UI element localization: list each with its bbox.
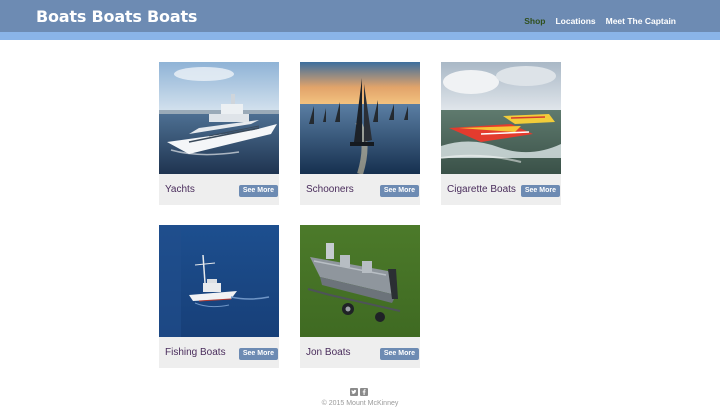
yacht-photo[interactable] (159, 62, 279, 174)
schooner-photo[interactable] (300, 62, 420, 174)
product-card-fishing-boats: Fishing Boats See More (159, 225, 279, 368)
product-card-yachts: Yachts See More (159, 62, 279, 205)
jon-boat-photo[interactable] (300, 225, 420, 337)
product-name[interactable]: Fishing Boats (165, 347, 226, 358)
see-more-button-jon-boats[interactable]: See More (379, 348, 419, 360)
product-card-schooners: Schooners See More (300, 62, 420, 205)
nav-link-meet-the-captain[interactable]: Meet The Captain (606, 16, 676, 26)
see-more-button-yachts[interactable]: See More (238, 185, 278, 197)
facebook-icon[interactable] (360, 388, 368, 396)
site-title[interactable]: Boats Boats Boats (36, 7, 197, 26)
header-stripe (0, 32, 720, 40)
fishing-boat-photo[interactable] (159, 225, 279, 337)
product-card-jon-boats: Jon Boats See More (300, 225, 420, 368)
see-more-button-cigarette-boats[interactable]: See More (520, 185, 560, 197)
product-name[interactable]: Yachts (165, 184, 195, 195)
see-more-button-schooners[interactable]: See More (379, 185, 419, 197)
twitter-icon[interactable] (350, 388, 358, 396)
product-name[interactable]: Schooners (306, 184, 354, 195)
site-header: Boats Boats Boats Shop Locations Meet Th… (0, 0, 720, 32)
main-nav: Shop Locations Meet The Captain (524, 16, 676, 26)
nav-link-shop[interactable]: Shop (524, 16, 545, 26)
product-card-cigarette-boats: Cigarette Boats See More (441, 62, 561, 205)
cigarette-boat-photo[interactable] (441, 62, 561, 174)
see-more-button-fishing-boats[interactable]: See More (238, 348, 278, 360)
copyright-text: © 2015 Mount McKinney (321, 400, 399, 407)
social-links (350, 388, 368, 396)
nav-link-locations[interactable]: Locations (555, 16, 595, 26)
product-name[interactable]: Cigarette Boats (447, 184, 516, 195)
product-name[interactable]: Jon Boats (306, 347, 350, 358)
